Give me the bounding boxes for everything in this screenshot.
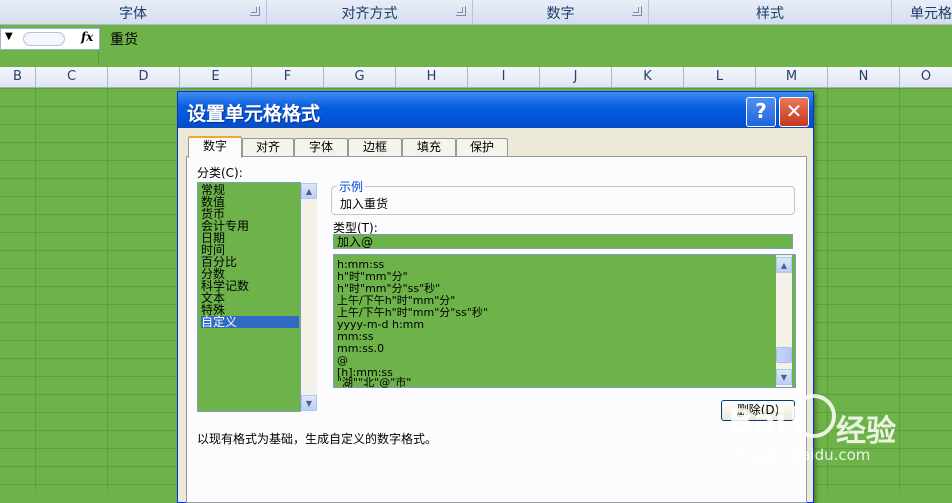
format-code-item[interactable]: h"时"mm"分": [337, 271, 408, 282]
column-header-c[interactable]: C: [36, 67, 108, 87]
column-header-h[interactable]: H: [396, 67, 468, 87]
format-code-item[interactable]: 上午/下午h"时"mm"分": [337, 295, 455, 306]
format-cells-dialog: 设置单元格格式 ? ✕ 数字 对齐 字体 边框 填充 保护 分类(C): 常规 …: [177, 91, 814, 503]
column-header-f[interactable]: F: [252, 67, 324, 87]
ribbon-group-font: 字体: [0, 0, 267, 24]
column-header-j[interactable]: J: [540, 67, 612, 87]
grid-line: [35, 88, 36, 490]
watermark-logo-text: Bai: [728, 402, 787, 442]
formula-bar-expand-handle[interactable]: [23, 32, 65, 46]
alignment-dialog-launcher-icon[interactable]: [456, 6, 466, 16]
dialog-title-bar[interactable]: 设置单元格格式 ? ✕: [178, 92, 813, 128]
scroll-down-icon[interactable]: ▼: [301, 395, 317, 411]
category-label: 分类(C):: [197, 166, 243, 180]
ribbon-group-alignment: 对齐方式: [267, 0, 473, 24]
tab-font[interactable]: 字体: [294, 138, 348, 156]
column-header-g[interactable]: G: [324, 67, 396, 87]
format-code-item[interactable]: h"时"mm"分"ss"秒": [337, 283, 440, 294]
format-code-item[interactable]: @: [337, 355, 348, 366]
formula-input[interactable]: 重货: [110, 29, 138, 49]
format-code-item[interactable]: 上午/下午h"时"mm"分"ss"秒": [337, 307, 488, 318]
custom-format-description: 以现有格式为基础，生成自定义的数字格式。: [197, 432, 438, 446]
format-code-list[interactable]: h:mm:ss h"时"mm"分" h"时"mm"分"ss"秒" 上午/下午h"…: [333, 254, 796, 388]
baidu-jingyan-watermark: Bai 经验 jingyan.baidu.com: [728, 394, 952, 490]
insert-function-icon[interactable]: fx: [81, 30, 93, 44]
column-header-d[interactable]: D: [108, 67, 180, 87]
format-code-item[interactable]: mm:ss: [337, 331, 374, 342]
format-code-item[interactable]: yyyy-m-d h:mm: [337, 319, 424, 330]
tab-border[interactable]: 边框: [348, 138, 402, 156]
sample-value: 加入重货: [340, 197, 389, 211]
watermark-logo-cn: 经验: [836, 414, 896, 449]
type-input[interactable]: 加入@: [333, 234, 793, 249]
tab-number[interactable]: 数字: [188, 136, 242, 158]
column-header-e[interactable]: E: [180, 67, 252, 87]
column-header-m[interactable]: M: [756, 67, 828, 87]
sample-label: 示例: [337, 178, 366, 195]
column-header-n[interactable]: N: [828, 67, 900, 87]
format-list-scrollbar[interactable]: ▲ ▼: [776, 255, 792, 387]
formula-bar: ▼ fx 重货: [0, 25, 952, 65]
ribbon-group-number-label: 数字: [546, 6, 575, 22]
ribbon-group-alignment-label: 对齐方式: [341, 6, 398, 22]
scroll-up-icon[interactable]: ▲: [776, 257, 792, 273]
column-header-o[interactable]: O: [900, 67, 952, 87]
tab-fill[interactable]: 填充: [402, 138, 456, 156]
ribbon-group-cells-label: 单元格: [910, 6, 952, 22]
formula-bar-divider: [98, 50, 99, 65]
watermark-url: jingyan.baidu.com: [732, 446, 871, 464]
baidu-paw-icon: [792, 394, 836, 438]
number-tab-page: 分类(C): 常规 数值 货币 会计专用 日期 时间 百分比 分数 科学记数 文…: [186, 156, 807, 503]
tab-protection[interactable]: 保护: [456, 138, 508, 156]
ribbon-group-header-row: 字体 对齐方式 数字 样式 单元格: [0, 0, 952, 25]
ribbon-group-cells: 单元格: [892, 0, 952, 24]
tab-alignment[interactable]: 对齐: [242, 138, 294, 156]
column-header-k[interactable]: K: [612, 67, 684, 87]
ribbon-group-number: 数字: [473, 0, 649, 24]
name-box[interactable]: ▼ fx: [0, 28, 100, 50]
dialog-title: 设置单元格格式: [187, 103, 321, 125]
scroll-down-icon[interactable]: ▼: [776, 369, 792, 385]
ribbon-group-styles: 样式: [649, 0, 892, 24]
format-code-item[interactable]: "湖""北"@"市": [337, 377, 411, 388]
ribbon-group-font-label: 字体: [119, 6, 147, 22]
column-header-row: B C D E F G H I J K L M N O: [0, 67, 952, 88]
column-header-l[interactable]: L: [684, 67, 756, 87]
number-dialog-launcher-icon[interactable]: [632, 6, 642, 16]
scroll-up-icon[interactable]: ▲: [301, 183, 317, 199]
name-box-dropdown-icon[interactable]: ▼: [5, 31, 13, 42]
sample-box: 加入重货: [331, 186, 795, 215]
category-scrollbar[interactable]: ▲ ▼: [301, 183, 317, 411]
close-icon[interactable]: ✕: [779, 97, 809, 127]
category-item-selected[interactable]: 自定义: [201, 316, 299, 328]
category-list[interactable]: 常规 数值 货币 会计专用 日期 时间 百分比 分数 科学记数 文本 特殊 自定…: [197, 182, 317, 412]
ribbon-group-styles-label: 样式: [756, 6, 784, 22]
format-code-item[interactable]: mm:ss.0: [337, 343, 384, 354]
scroll-thumb[interactable]: [776, 347, 792, 363]
font-dialog-launcher-icon[interactable]: [250, 6, 260, 16]
help-icon[interactable]: ?: [746, 97, 776, 127]
column-header-b[interactable]: B: [0, 67, 36, 87]
column-header-i[interactable]: I: [468, 67, 540, 87]
format-code-item[interactable]: h:mm:ss: [337, 259, 384, 270]
grid-line: [107, 88, 108, 490]
